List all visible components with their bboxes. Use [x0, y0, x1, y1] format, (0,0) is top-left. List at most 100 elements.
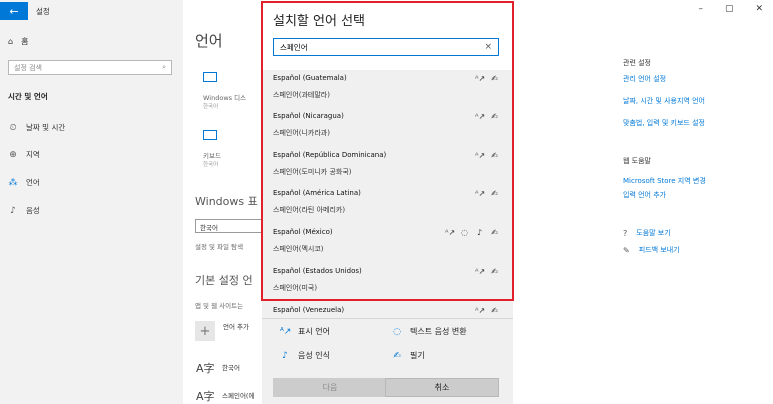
search-icon: ⌕ — [162, 63, 166, 71]
microphone-icon: ♪ — [10, 205, 16, 216]
language-features: ᴬ↗ ✍ — [475, 74, 499, 83]
legend-label: 표시 언어 — [298, 327, 330, 336]
install-language-dialog: 설치할 언어 선택 스페인어 × Español (Guatemala) 스페인… — [262, 0, 513, 404]
web-help-heading: 웹 도움말 — [623, 157, 651, 165]
sidebar-item-date-time[interactable]: ⏲ 날짜 및 시간 — [8, 122, 65, 133]
display-language-icon: ᴬ↗ — [475, 74, 486, 83]
web-help-link[interactable]: 입력 언어 추가 — [623, 190, 666, 200]
handwriting-icon: ✍ — [491, 306, 498, 315]
text-to-speech-icon: ◌ — [393, 326, 401, 337]
language-glyph-icon: A字 — [196, 390, 215, 403]
language-option[interactable]: Español (Venezuela) ᴬ↗ ✍ — [262, 302, 513, 318]
legend-speech-recognition: ♪ 음성 인식 — [280, 350, 330, 361]
clock-icon: ⏲ — [9, 122, 17, 133]
handwriting-icon: ✍ — [491, 74, 498, 83]
help-icon: ? — [623, 228, 628, 238]
language-list-item[interactable]: 스페인어(에 — [222, 390, 254, 400]
display-language-select[interactable]: 한국어 — [195, 219, 265, 233]
minimize-icon[interactable]: – — [698, 4, 703, 14]
language-name: Español (República Dominicana) — [273, 151, 387, 159]
display-language-icon: ᴬ↗ — [475, 267, 486, 276]
apps-note: 앱 및 웹 사이트는 — [195, 302, 244, 310]
globe-icon: ⊕ — [9, 149, 17, 160]
language-option[interactable]: Español (Nicaragua) 스페인어(니카라과) ᴬ↗ ✍ — [262, 108, 513, 146]
settings-sidebar: ← 설정 ⌂ 홈 설정 검색 ⌕ 시간 및 언어 ⏲ 날짜 및 시간 ⊕ 지역 … — [0, 0, 183, 404]
language-list-item[interactable]: 한국어 — [222, 362, 240, 372]
page-title: 언어 — [195, 32, 223, 50]
settings-note: 설정 및 파일 탐색 — [195, 243, 244, 251]
display-language-icon: ᴬ↗ — [280, 326, 292, 337]
language-local-name: 스페인어(도미니카 공화국) — [273, 168, 352, 176]
windows-display-heading: Windows 표 — [195, 195, 258, 208]
related-link[interactable]: 맞춤법, 입력 및 키보드 설정 — [623, 118, 705, 128]
language-features: ᴬ↗ ✍ — [475, 112, 499, 121]
language-search-value: 스페인어 — [280, 42, 308, 52]
legend-label: 필기 — [410, 351, 425, 360]
add-language-button[interactable]: 언어 추가 — [223, 321, 249, 331]
keyboard-icon — [203, 130, 217, 140]
language-option[interactable]: Español (Guatemala) 스페인어(과테말라) ᴬ↗ ✍ — [262, 70, 513, 108]
language-features: ᴬ↗ ✍ — [475, 151, 499, 160]
cancel-button[interactable]: 취소 — [385, 378, 499, 397]
settings-search-input[interactable]: 설정 검색 ⌕ — [8, 60, 172, 75]
sidebar-item-region[interactable]: ⊕ 지역 — [8, 149, 40, 160]
language-name: Español (Guatemala) — [273, 74, 347, 82]
language-list[interactable]: Español (Guatemala) 스페인어(과테말라) ᴬ↗ ✍ Espa… — [262, 70, 513, 318]
language-local-name: 스페인어(라틴 아메리카) — [273, 206, 346, 214]
language-features: ᴬ↗ ✍ — [475, 189, 499, 198]
clear-icon[interactable]: × — [484, 42, 492, 52]
feedback-label: 피드백 보내기 — [638, 246, 680, 254]
related-settings-heading: 관련 설정 — [623, 59, 651, 67]
language-local-name: 스페인어(멕시코) — [273, 245, 324, 253]
home-icon: ⌂ — [8, 37, 14, 46]
settings-search-placeholder: 설정 검색 — [14, 63, 42, 72]
maximize-icon[interactable]: ▢ — [725, 4, 734, 14]
handwriting-icon: ✍ — [491, 267, 498, 276]
handwriting-icon: ✍ — [491, 151, 498, 160]
close-icon[interactable]: ✕ — [755, 4, 763, 14]
get-help-link[interactable]: ? 도움말 보기 — [623, 228, 671, 238]
language-option[interactable]: Español (América Latina) 스페인어(라틴 아메리카) ᴬ… — [262, 185, 513, 223]
dialog-title: 설치할 언어 선택 — [273, 14, 365, 29]
home-label: 홈 — [21, 37, 29, 46]
display-language-icon: ᴬ↗ — [475, 151, 486, 160]
related-link[interactable]: 날짜, 시간 및 사용지역 언어 — [623, 96, 705, 106]
sidebar-item-label: 언어 — [26, 178, 40, 187]
get-help-label: 도움말 보기 — [636, 229, 671, 237]
language-glyph-icon: A字 — [196, 362, 215, 375]
language-local-name: 스페인어(과테말라) — [273, 91, 330, 99]
feedback-link[interactable]: ✎ 피드백 보내기 — [623, 245, 680, 255]
feedback-icon: ✎ — [623, 245, 630, 255]
sidebar-section-label: 시간 및 언어 — [8, 92, 48, 101]
language-local-name: 스페인어(미국) — [273, 284, 318, 292]
language-option[interactable]: Español (Estados Unidos) 스페인어(미국) ᴬ↗ ✍ — [262, 263, 513, 301]
sidebar-item-language[interactable]: ⁂ 언어 — [8, 177, 40, 188]
language-name: Español (América Latina) — [273, 189, 361, 197]
display-language-icon: ᴬ↗ — [445, 228, 456, 237]
sidebar-home[interactable]: ⌂ 홈 — [8, 36, 28, 47]
language-name: Español (Estados Unidos) — [273, 267, 362, 275]
tile-keyboard-sub: 한국어 — [203, 162, 219, 168]
language-name: Español (Venezuela) — [273, 306, 345, 314]
tile-keyboard-label[interactable]: 키보드 — [203, 150, 221, 160]
preferred-languages-heading: 기본 설정 언 — [195, 274, 253, 287]
back-button[interactable]: ← — [0, 2, 28, 20]
speech-recognition-icon: ♪ — [476, 228, 483, 237]
language-local-name: 스페인어(니카라과) — [273, 129, 330, 137]
add-language-icon[interactable]: + — [195, 321, 215, 341]
sidebar-item-speech[interactable]: ♪ 음성 — [8, 205, 40, 216]
legend-label: 텍스트 음성 변환 — [410, 327, 467, 336]
language-search-input[interactable]: 스페인어 × — [273, 38, 499, 56]
text-to-speech-icon: ◌ — [461, 228, 468, 237]
related-link[interactable]: 관리 언어 설정 — [623, 74, 666, 84]
web-help-link[interactable]: Microsoft Store 지역 변경 — [623, 176, 706, 186]
language-name: Español (Nicaragua) — [273, 112, 344, 120]
language-icon: ⁂ — [8, 177, 18, 188]
tile-windows-display-label[interactable]: Windows 디스 — [203, 92, 246, 102]
legend-label: 음성 인식 — [298, 351, 330, 360]
language-option[interactable]: Español (México) 스페인어(멕시코) ᴬ↗ ◌ ♪ ✍ — [262, 224, 513, 262]
handwriting-icon: ✍ — [393, 350, 401, 361]
language-option[interactable]: Español (República Dominicana) 스페인어(도미니카… — [262, 147, 513, 185]
speech-recognition-icon: ♪ — [282, 350, 288, 361]
next-button[interactable]: 다음 — [273, 378, 387, 397]
